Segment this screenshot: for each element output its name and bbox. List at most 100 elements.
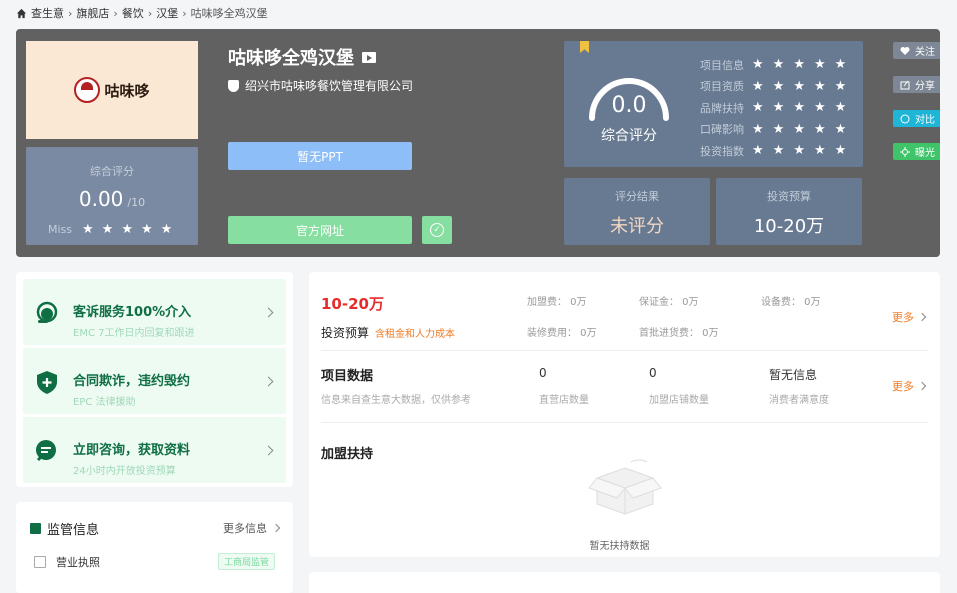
rating-result-box: 评分结果 未评分 [564,178,710,245]
project-info-card: 10-20万 投资预算 含租金和人力成本 加盟费： 0万 保证金： 0万 设备费… [309,272,940,557]
empty-support-label: 暂无扶持数据 [589,541,650,552]
compare-button[interactable]: 对比 [893,110,940,127]
official-website-button[interactable]: 官方网址 [228,216,412,244]
star-icon: ★ [813,143,826,159]
rating-result-label: 评分结果 [615,190,659,203]
chart-icon [30,523,41,534]
video-icon[interactable] [362,51,376,63]
deposit-fee: 保证金： 0万 [639,297,699,308]
brand-title: 咕味哆全鸡汉堡 [228,44,376,70]
rating-row-label: 项目资质 [700,80,744,94]
franchise-store-value: 0 [649,366,657,380]
direct-store-value: 0 [539,366,547,380]
equipment-fee: 设备费： 0万 [761,297,821,308]
bookmark-icon [580,41,589,53]
star-icon: ★ [752,143,764,159]
star-icon: ★ [772,78,785,94]
rating-stars: ★ ★ ★ ★ ★ [752,58,846,71]
budget-label: 投资预算 [767,190,811,203]
license-icon [34,556,46,568]
expose-label: 曝光 [915,148,935,159]
service-sub: 24小时内开放投资预算 [73,466,176,477]
decoration-fee: 装修费用： 0万 [527,328,597,339]
star-icon: ★ [793,143,805,159]
service-sub: EMC 7工作日内回复和跟进 [73,328,195,339]
service-title: 客诉服务100%介入 [73,305,192,320]
star-icon: ★ [772,57,785,73]
heart-icon [900,46,910,55]
regulation-card: 监管信息 更多信息 营业执照 工商局监管 [16,502,293,593]
share-button[interactable]: 分享 [893,76,940,93]
service-card: 客诉服务100%介入 EMC 7工作日内回复和跟进 合同欺诈，违约毁约 EPC … [16,272,293,487]
verify-button[interactable]: ✓ [422,216,452,244]
rating-stars: ★ ★ ★ ★ ★ [752,80,846,93]
chevron-right-icon [917,312,927,322]
shield-icon [228,79,239,92]
star-icon: ★ [772,100,785,116]
regulation-more-link[interactable]: 更多信息 [223,520,281,536]
rating-row-label: 投资指数 [700,144,744,158]
complaint-service-item[interactable]: 客诉服务100%介入 EMC 7工作日内回复和跟进 [23,279,286,345]
chat-icon [36,440,56,462]
score-value: 0.00 [78,187,124,211]
brand-logo: 咕味哆 [26,41,198,139]
chevron-right-icon: › [113,6,118,20]
consult-item[interactable]: 立即咨询，获取资料 24小时内开放投资预算 [23,417,286,483]
business-license-item[interactable]: 营业执照 [34,554,100,570]
franchise-store-label: 加盟店铺数量 [649,395,709,406]
rating-row: 品牌扶持 ★ ★ ★ ★ ★ [700,97,846,119]
headset-icon [36,301,58,323]
breadcrumb-item-catering[interactable]: 餐饮 [122,5,144,21]
logo-text: 咕味哆 [104,81,150,100]
investment-more-link[interactable]: 更多 [892,309,927,325]
expose-button[interactable]: 曝光 [893,143,940,160]
star-icon: ★ [813,100,826,116]
check-icon: ✓ [430,223,444,237]
breadcrumb-item-chashengyi[interactable]: 查生意 [31,5,64,21]
direct-store-label: 直营店数量 [539,395,589,406]
business-license-text: 营业执照 [56,556,100,569]
breadcrumb-item-burger[interactable]: 汉堡 [156,5,178,21]
chevron-right-icon [271,523,281,533]
chevron-right-icon [263,445,274,456]
star-icon: ★ [752,121,764,137]
follow-button[interactable]: 关注 [893,42,940,59]
rating-stars: ★ ★ ★ ★ ★ [752,123,846,136]
star-icon: ★ [834,100,847,116]
star-icon: ★ [752,57,764,73]
rating-rows: 项目信息 ★ ★ ★ ★ ★ 项目资质 ★ ★ ★ ★ ★ 品牌扶持 ★ ★ ★ ★ ★ 口碑影响 ★ ★… [700,54,846,162]
rating-row: 项目信息 ★ ★ ★ ★ ★ [700,54,846,76]
star-icon: ★ [834,143,847,159]
gauge-label: 综合评分 [601,128,657,144]
status-badge: 工商局监管 [217,553,275,570]
rating-row: 投资指数 ★ ★ ★ ★ ★ [700,140,846,162]
star-icon: ★ [834,57,847,73]
sun-icon [900,146,910,157]
regulation-title: 监管信息 [30,519,99,538]
contract-fraud-item[interactable]: 合同欺诈，违约毁约 EPC 法律援助 [23,348,286,414]
project-data-more-link[interactable]: 更多 [892,378,927,394]
breadcrumb-item-flagship[interactable]: 旗舰店 [76,5,109,21]
star-icon: ★ [101,222,114,237]
score-stars-row: Miss ★ ★ ★ ★ ★ [48,223,172,236]
chevron-right-icon [917,381,927,391]
regulation-title-text: 监管信息 [47,523,100,538]
service-sub: EPC 法律援助 [73,397,136,408]
star-icon: ★ [793,100,805,116]
rating-stars: ★ ★ ★ ★ ★ [752,101,846,114]
star-icon: ★ [793,57,805,73]
ppt-button[interactable]: 暂无PPT [228,142,412,170]
chevron-right-icon: › [68,6,73,20]
rating-row-label: 品牌扶持 [700,101,744,115]
shield-plus-icon [37,371,57,394]
follow-label: 关注 [915,47,935,58]
score-max: /10 [127,196,146,209]
home-icon[interactable] [16,8,27,19]
support-title: 加盟扶持 [321,447,374,462]
star-icon: ★ [834,121,847,137]
chevron-right-icon: › [147,6,153,20]
rating-row-label: 项目信息 [700,58,744,72]
breadcrumb: 查生意 › 旗舰店 › 餐饮 › 汉堡 › 咕味哆全鸡汉堡 [16,4,268,22]
share-label: 分享 [915,81,935,92]
star-icon: ★ [834,78,847,94]
